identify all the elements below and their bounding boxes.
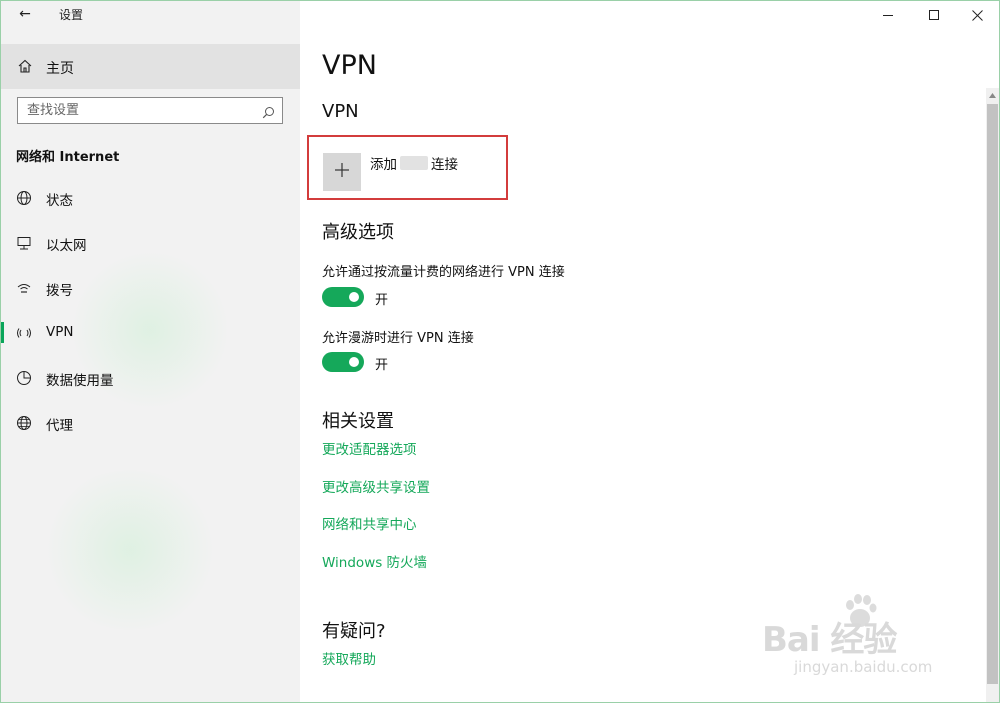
- link-windows-firewall[interactable]: Windows 防火墙: [322, 551, 427, 571]
- sidebar-item-proxy[interactable]: 代理: [0, 400, 300, 445]
- home-label: 主页: [46, 61, 74, 77]
- add-vpn-highlight-box: 添加 连接: [307, 135, 508, 200]
- sidebar-item-dialup[interactable]: 拨号: [0, 265, 300, 310]
- vertical-scrollbar[interactable]: [986, 88, 999, 703]
- link-advanced-sharing-settings[interactable]: 更改高级共享设置: [322, 476, 430, 496]
- sidebar-item-label: 数据使用量: [46, 373, 114, 389]
- metered-vpn-option-label: 允许通过按流量计费的网络进行 VPN 连接: [322, 265, 565, 280]
- globe-status-icon: [16, 190, 32, 206]
- search-icon[interactable]: [262, 104, 275, 123]
- sidebar-item-data-usage[interactable]: 数据使用量: [0, 355, 300, 400]
- sidebar-item-label: 状态: [46, 193, 73, 209]
- window-title: 设置: [59, 8, 84, 22]
- add-vpn-label[interactable]: 添加 连接: [370, 153, 458, 173]
- maximize-button[interactable]: [911, 0, 957, 30]
- sidebar-item-label: 代理: [46, 418, 73, 434]
- metered-vpn-toggle[interactable]: [322, 287, 364, 307]
- proxy-globe-icon: [16, 415, 32, 431]
- search-box[interactable]: [17, 97, 283, 124]
- vpn-icon: [16, 325, 32, 341]
- data-usage-icon: [16, 370, 32, 386]
- sidebar-item-home[interactable]: 主页: [0, 44, 300, 89]
- link-get-help[interactable]: 获取帮助: [322, 648, 376, 668]
- metered-vpn-toggle-state: 开: [375, 293, 389, 308]
- help-title: 有疑问?: [322, 621, 386, 642]
- sidebar-item-label: VPN: [46, 324, 74, 340]
- settings-window: ← 设置 主页 网络和 Internet 状态 以太网: [0, 0, 1000, 703]
- advanced-options-title: 高级选项: [322, 222, 394, 243]
- sidebar-glow: [40, 470, 220, 630]
- sidebar-section-title: 网络和 Internet: [16, 150, 120, 165]
- add-vpn-button[interactable]: [323, 153, 361, 191]
- watermark: Bai 经验 jingyan.baidu.com: [762, 592, 952, 684]
- search-input[interactable]: [18, 98, 257, 123]
- selection-indicator: [0, 322, 4, 343]
- sidebar-item-label: 拨号: [46, 283, 73, 299]
- related-settings-title: 相关设置: [322, 411, 394, 432]
- sidebar: ← 设置 主页 网络和 Internet 状态 以太网: [0, 0, 300, 703]
- maximize-icon: [929, 10, 939, 20]
- back-button[interactable]: ←: [14, 4, 36, 24]
- dialup-icon: [16, 280, 32, 296]
- blurred-text: [400, 156, 428, 170]
- close-icon: [971, 9, 983, 21]
- watermark-url: jingyan.baidu.com: [794, 658, 933, 676]
- roaming-vpn-toggle[interactable]: [322, 352, 364, 372]
- sidebar-item-vpn[interactable]: VPN: [0, 310, 300, 355]
- link-network-sharing-center[interactable]: 网络和共享中心: [322, 513, 417, 533]
- sidebar-item-status[interactable]: 状态: [0, 175, 300, 220]
- watermark-logo: Bai 经验: [762, 620, 897, 660]
- roaming-vpn-toggle-state: 开: [375, 358, 389, 373]
- home-icon: [17, 58, 33, 78]
- sidebar-item-label: 以太网: [46, 238, 87, 254]
- toggle-knob: [349, 292, 359, 302]
- scroll-up-arrow-icon[interactable]: [986, 88, 999, 102]
- ethernet-icon: [16, 235, 32, 251]
- add-vpn-label-suffix: 连接: [431, 157, 458, 173]
- scroll-thumb[interactable]: [987, 104, 998, 684]
- minimize-button[interactable]: [865, 0, 911, 30]
- add-vpn-label-prefix: 添加: [370, 157, 397, 173]
- sidebar-item-ethernet[interactable]: 以太网: [0, 220, 300, 265]
- toggle-knob: [349, 357, 359, 367]
- vpn-section-title: VPN: [322, 101, 359, 122]
- plus-icon: [334, 162, 350, 182]
- page-title: VPN: [322, 50, 377, 81]
- roaming-vpn-option-label: 允许漫游时进行 VPN 连接: [322, 331, 474, 346]
- close-button[interactable]: [954, 0, 1000, 30]
- link-change-adapter-options[interactable]: 更改适配器选项: [322, 438, 417, 458]
- minimize-icon: [883, 10, 893, 20]
